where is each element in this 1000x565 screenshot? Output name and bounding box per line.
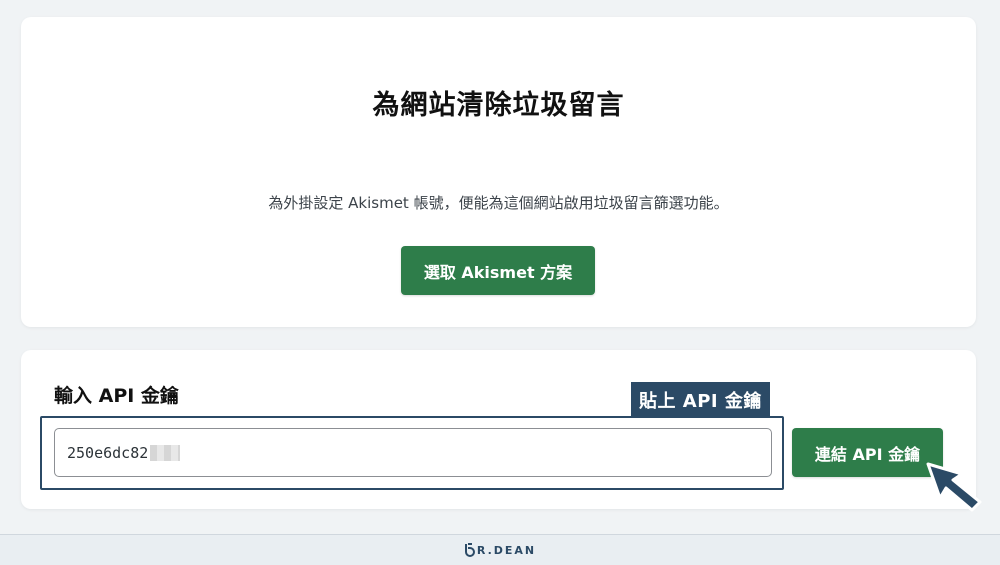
brand-mark-icon xyxy=(464,543,475,557)
choose-plan-button[interactable]: 選取 Akismet 方案 xyxy=(401,246,595,295)
pointer-arrow-icon xyxy=(926,462,982,512)
annotation-callout: 貼上 API 金鑰 xyxy=(631,382,770,417)
page-title: 為網站清除垃圾留言 xyxy=(372,90,625,121)
akismet-setup-card: 為網站清除垃圾留言 為外掛設定 Akismet 帳號，便能為這個網站啟用垃圾留言… xyxy=(21,17,976,327)
api-key-card: 輸入 API 金鑰 貼上 API 金鑰 250e6dc82 連結 API 金鑰 xyxy=(21,350,976,509)
brand-logo-text: R.DEAN xyxy=(476,543,537,557)
connect-api-key-button[interactable]: 連結 API 金鑰 xyxy=(792,428,943,477)
page: 為網站清除垃圾留言 為外掛設定 Akismet 帳號，便能為這個網站啟用垃圾留言… xyxy=(0,0,1000,565)
api-key-value: 250e6dc82 xyxy=(67,443,149,462)
setup-description: 為外掛設定 Akismet 帳號，便能為這個網站啟用垃圾留言篩選功能。 xyxy=(268,194,729,212)
api-key-heading: 輸入 API 金鑰 xyxy=(54,385,179,407)
api-key-input[interactable]: 250e6dc82 xyxy=(54,428,772,477)
brand-logo: R.DEAN xyxy=(464,543,536,557)
footer: R.DEAN xyxy=(0,534,1000,565)
redacted-key-portion xyxy=(150,444,181,461)
